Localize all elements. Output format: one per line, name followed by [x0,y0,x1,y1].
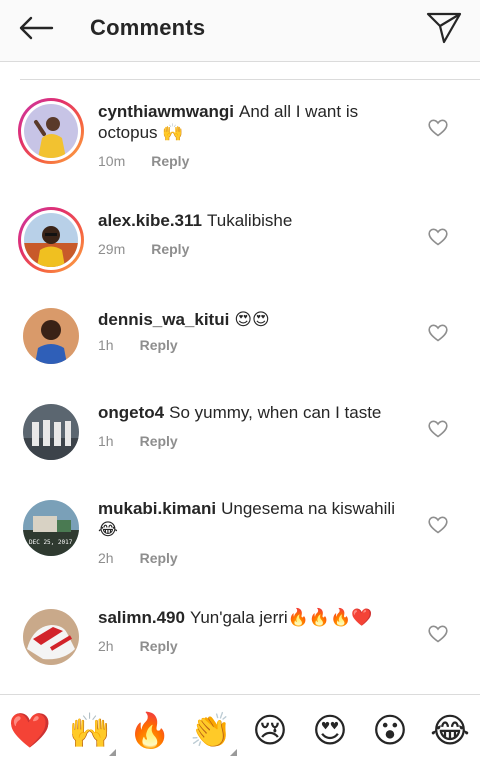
avatar[interactable]: DEC 25, 2017 [23,500,79,556]
comment-meta: 1h Reply [98,433,178,449]
avatar[interactable] [23,308,79,364]
comment-text: dennis_wa_kitui 😍😍 [98,309,410,330]
comment-body: So yummy, when can I taste [169,403,382,422]
comment-username[interactable]: alex.kibe.311 [98,211,202,230]
red-heart-icon: ❤️ [8,712,52,750]
avatar-caption: DEC 25, 2017 [29,539,73,546]
comment-meta: 10m Reply [98,153,189,169]
emoji-crying-button[interactable]: 😢 [248,711,292,751]
page-title: Comments [90,15,206,40]
comment-text: mukabi.kimani Ungesema na kiswahili 😂 [98,498,410,540]
heart-icon [428,324,448,342]
comment-time: 1h [98,337,114,353]
avatar[interactable] [23,609,79,665]
comment-text: alex.kibe.311 Tukalibishe [98,210,410,231]
send-icon [426,12,462,44]
emoji-clap-button[interactable]: 👏 [189,711,237,756]
avatar-image [24,213,78,267]
emoji-raised-hands-button[interactable]: 🙌 [68,711,116,756]
comment-text: cynthiawmwangi And all I want is octopus … [98,101,410,143]
comment-username[interactable]: mukabi.kimani [98,499,216,518]
skin-tone-indicator [230,749,237,756]
heart-icon [428,119,448,137]
avatar[interactable] [18,98,84,164]
like-button[interactable] [427,118,449,138]
emoji-fire-button[interactable]: 🔥 [128,711,172,751]
emoji-laughing-button[interactable]: 😂 [428,711,472,751]
emoji-surprised-button[interactable]: 😮 [368,711,412,751]
emoji-bar: ❤️ 🙌 🔥 👏 😢 😍 😮 😂 [0,694,480,763]
raised-hands-icon: 🙌 [68,712,112,750]
surprised-face-icon: 😮 [372,712,408,750]
avatar[interactable] [18,207,84,273]
comment-body: Yun'gala jerri🔥🔥🔥❤️ [189,608,373,627]
comment-text: ongeto4 So yummy, when can I taste [98,402,410,423]
reply-button[interactable]: Reply [151,241,189,257]
avatar-image: DEC 25, 2017 [23,500,79,556]
emoji-heart-eyes-button[interactable]: 😍 [308,711,352,751]
heart-eyes-icon: 😍 [312,712,348,750]
back-button[interactable] [14,10,58,46]
comment-meta: 1h Reply [98,337,178,353]
heart-icon [428,625,448,643]
comment-username[interactable]: cynthiawmwangi [98,102,234,121]
like-button[interactable] [427,323,449,343]
back-arrow-icon [19,16,54,40]
skin-tone-indicator [109,749,116,756]
like-button[interactable] [427,227,449,247]
fire-icon: 🔥 [128,712,172,750]
divider [20,79,480,80]
comment-body: 😍😍 [234,310,270,329]
reply-button[interactable]: Reply [140,638,178,654]
comment-time: 2h [98,638,114,654]
avatar-image [23,609,79,665]
emoji-heart-button[interactable]: ❤️ [8,711,52,751]
like-button[interactable] [427,624,449,644]
heart-icon [428,420,448,438]
tears-of-joy-icon: 😂 [430,712,470,750]
crying-face-icon: 😢 [252,712,288,750]
avatar[interactable] [23,404,79,460]
comment-username[interactable]: ongeto4 [98,403,164,422]
comment-time: 2h [98,550,114,566]
clapping-hands-icon: 👏 [189,712,233,750]
comment-username[interactable]: salimn.490 [98,608,185,627]
header: Comments [0,0,480,62]
comment-meta: 2h Reply [98,638,178,654]
heart-icon [428,228,448,246]
comment-time: 10m [98,153,126,169]
reply-button[interactable]: Reply [140,433,178,449]
comment-meta: 2h Reply [98,550,178,566]
comment-time: 1h [98,433,114,449]
comment-body: Tukalibishe [206,211,293,230]
comment-username[interactable]: dennis_wa_kitui [98,310,229,329]
like-button[interactable] [427,419,449,439]
reply-button[interactable]: Reply [151,153,189,169]
reply-button[interactable]: Reply [140,337,178,353]
send-button[interactable] [422,8,466,48]
avatar-image [23,404,79,460]
comment-text: salimn.490 Yun'gala jerri🔥🔥🔥❤️ [98,607,410,628]
comment-meta: 29m Reply [98,241,189,257]
like-button[interactable] [427,515,449,535]
avatar-image [24,104,78,158]
reply-button[interactable]: Reply [140,550,178,566]
heart-icon [428,516,448,534]
avatar-image [23,308,79,364]
comment-time: 29m [98,241,126,257]
